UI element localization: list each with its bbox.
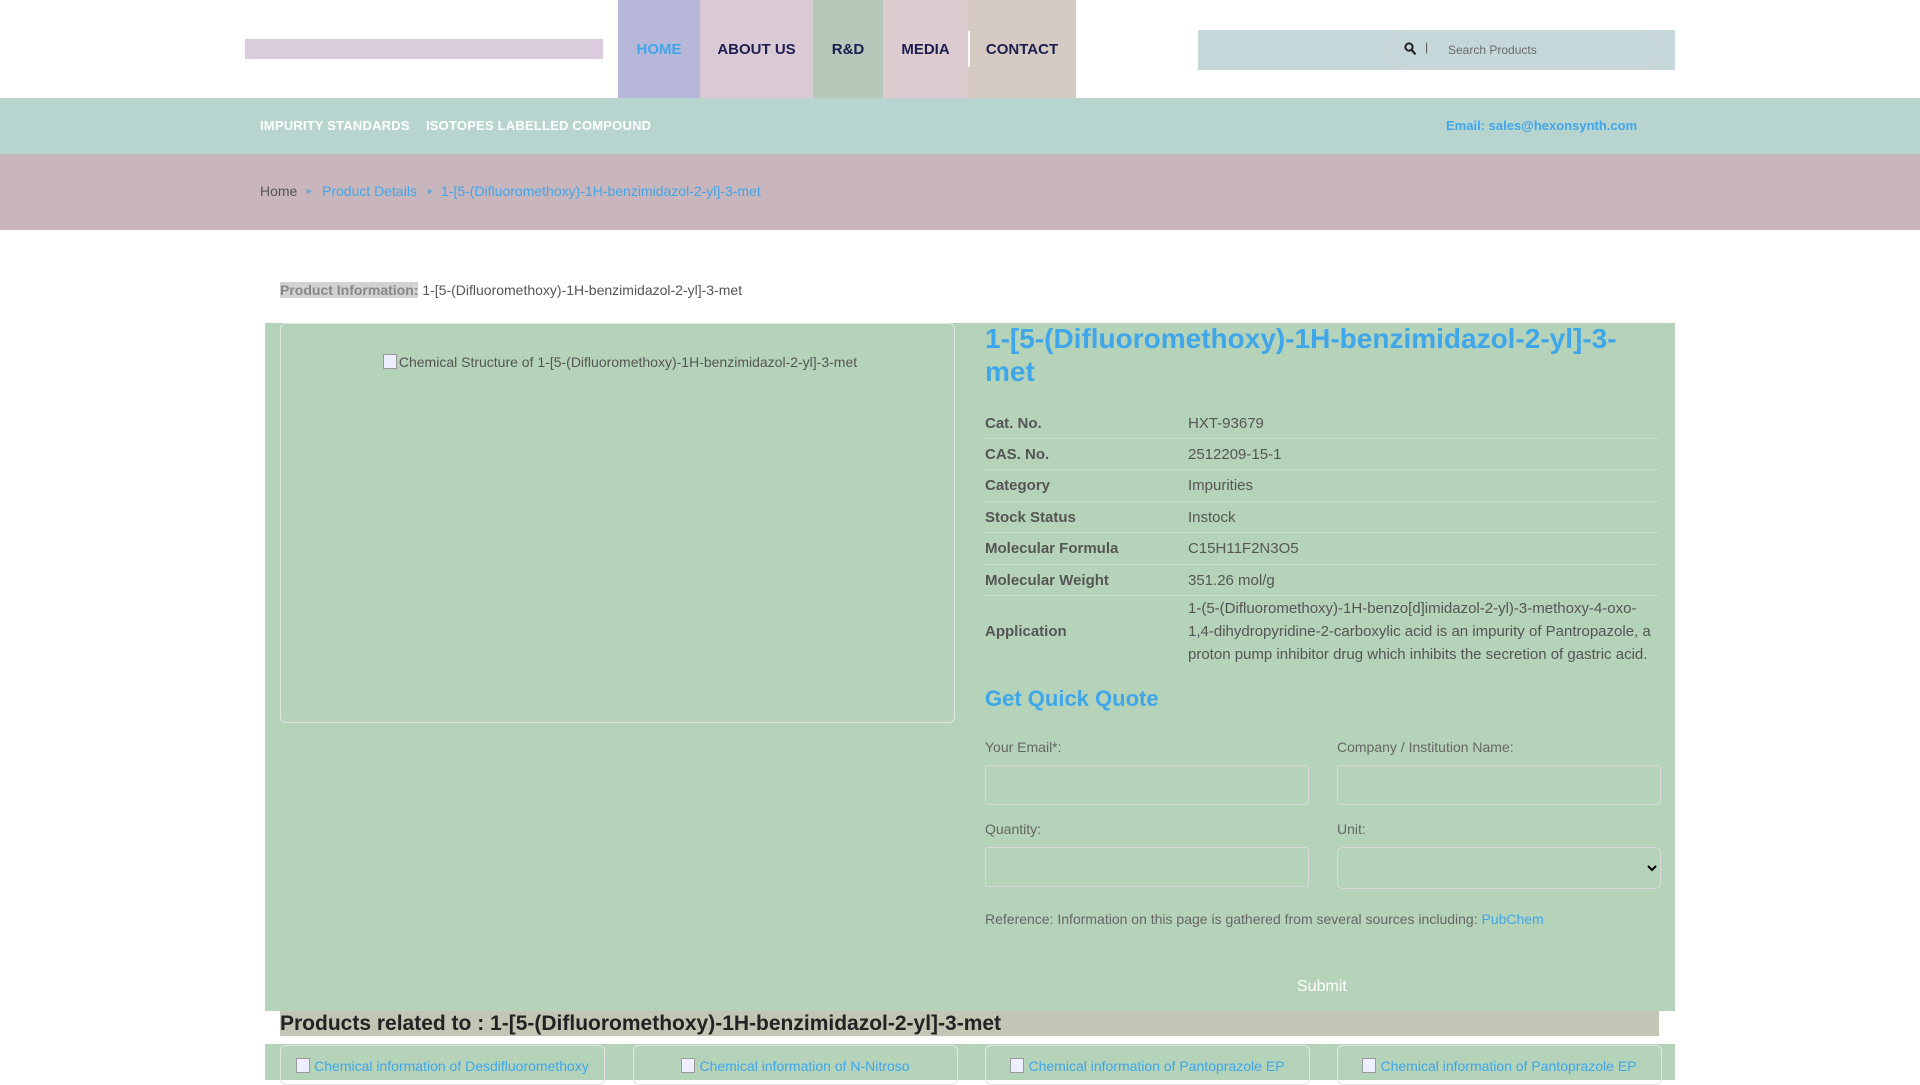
- spec-row-application: Application 1-(5-(Difluoromethoxy)-1H-be…: [985, 596, 1658, 666]
- chemical-structure-image: Chemical Structure of 1-[5-(Difluorometh…: [380, 354, 860, 370]
- related-product-card[interactable]: Chemical information of Pantoprazole EP: [985, 1045, 1310, 1085]
- spec-value: C15H11F2N3O5: [1188, 540, 1299, 557]
- spec-row-cas-no: CAS. No. 2512209-15-1: [985, 439, 1658, 470]
- submit-button[interactable]: Submit: [1297, 978, 1347, 996]
- nav-contact[interactable]: CONTACT: [968, 0, 1076, 98]
- structure-image-box: [280, 323, 955, 723]
- spec-label: Category: [985, 477, 1051, 494]
- email-field[interactable]: [985, 765, 1309, 805]
- spec-row-stock-status: Stock Status Instock: [985, 502, 1658, 533]
- breadcrumb-current[interactable]: 1-[5-(Difluoromethoxy)-1H-benzimidazol-2…: [441, 183, 761, 199]
- related-product-label: Chemical information of Desdifluorometho…: [314, 1058, 589, 1074]
- broken-image-icon: [1010, 1058, 1025, 1073]
- breadcrumb-arrow-icon: ►: [426, 186, 435, 196]
- subnav-impurity-standards[interactable]: IMPURITY STANDARDS: [260, 118, 410, 133]
- pubchem-link[interactable]: PubChem: [1482, 911, 1544, 927]
- breadcrumb-home[interactable]: Home: [260, 183, 297, 199]
- nav-about-us[interactable]: ABOUT US: [700, 0, 813, 98]
- related-products-heading: Products related to : 1-[5-(Difluorometh…: [280, 1011, 1659, 1036]
- quote-heading: Get Quick Quote: [985, 686, 1159, 711]
- product-info-line: Product Information: 1-[5-(Difluorometho…: [280, 282, 742, 298]
- spec-value: Impurities: [1188, 477, 1254, 494]
- spec-row-molecular-formula: Molecular Formula C15H11F2N3O5: [985, 533, 1658, 565]
- related-product-label: Chemical information of Pantoprazole EP: [1028, 1058, 1285, 1074]
- email-label: Your Email*:: [985, 739, 1062, 755]
- search-separator: |: [1425, 40, 1429, 54]
- breadcrumb-arrow-icon: ►: [305, 186, 314, 196]
- related-product-label: Chemical information of N-Nitroso: [699, 1058, 910, 1074]
- product-title: 1-[5-(Difluoromethoxy)-1H-benzimidazol-2…: [985, 323, 1617, 387]
- subnav-isotopes-labelled-compound[interactable]: ISOTOPES LABELLED COMPOUND: [426, 118, 651, 133]
- company-label: Company / Institution Name:: [1337, 739, 1514, 755]
- spec-value: Instock: [1188, 508, 1236, 526]
- search-input[interactable]: [1440, 33, 1650, 67]
- search-icon[interactable]: [1404, 42, 1416, 56]
- broken-image-icon: [382, 354, 397, 369]
- quantity-field[interactable]: [985, 847, 1309, 887]
- quantity-label: Quantity:: [985, 821, 1042, 837]
- unit-select[interactable]: [1337, 847, 1661, 889]
- related-product-card[interactable]: Chemical information of Pantoprazole EP: [1337, 1045, 1662, 1085]
- spec-row-category: Category Impurities: [985, 470, 1658, 502]
- broken-image-icon: [681, 1058, 696, 1073]
- nav-media[interactable]: MEDIA: [883, 0, 968, 98]
- site-logo[interactable]: [245, 39, 603, 59]
- broken-image-icon: [296, 1058, 311, 1073]
- unit-label: Unit:: [1337, 821, 1366, 837]
- product-info-name: 1-[5-(Difluoromethoxy)-1H-benzimidazol-2…: [422, 282, 743, 298]
- spec-row-molecular-weight: Molecular Weight 351.26 mol/g: [985, 565, 1658, 596]
- spec-value: 1-(5-(Difluoromethoxy)-1H-benzo[d]imidaz…: [1188, 599, 1651, 663]
- contact-email-link[interactable]: Email: sales@hexonsynth.com: [1446, 118, 1637, 133]
- spec-label: Application: [985, 622, 1067, 640]
- nav-home[interactable]: HOME: [618, 0, 700, 98]
- spec-row-cat-no: Cat. No. HXT-93679: [985, 408, 1658, 439]
- company-field[interactable]: [1337, 765, 1661, 805]
- reference-text: Reference: Information on this page is g…: [985, 911, 1478, 927]
- spec-value: 2512209-15-1: [1188, 445, 1282, 463]
- related-product-card[interactable]: Chemical information of Desdifluorometho…: [280, 1045, 605, 1085]
- spec-label: Cat. No.: [985, 414, 1042, 432]
- spec-value: 351.26 mol/g: [1188, 571, 1275, 589]
- broken-image-icon: [1362, 1058, 1377, 1073]
- reference-note: Reference: Information on this page is g…: [985, 911, 1544, 927]
- product-info-label: Product Information:: [280, 282, 419, 298]
- spec-label: Molecular Weight: [985, 571, 1109, 589]
- spec-value: HXT-93679: [1188, 414, 1264, 432]
- spec-label: CAS. No.: [985, 445, 1050, 463]
- related-product-card[interactable]: Chemical information of N-Nitroso: [633, 1045, 958, 1085]
- nav-divider: [968, 31, 970, 67]
- spec-label: Molecular Formula: [985, 540, 1119, 557]
- structure-image-alt: Chemical Structure of 1-[5-(Difluorometh…: [398, 354, 858, 370]
- related-product-label: Chemical information of Pantoprazole EP: [1380, 1058, 1637, 1074]
- spec-label: Stock Status: [985, 508, 1076, 526]
- breadcrumb-product-details[interactable]: Product Details: [322, 183, 417, 199]
- nav-rd[interactable]: R&D: [813, 0, 883, 98]
